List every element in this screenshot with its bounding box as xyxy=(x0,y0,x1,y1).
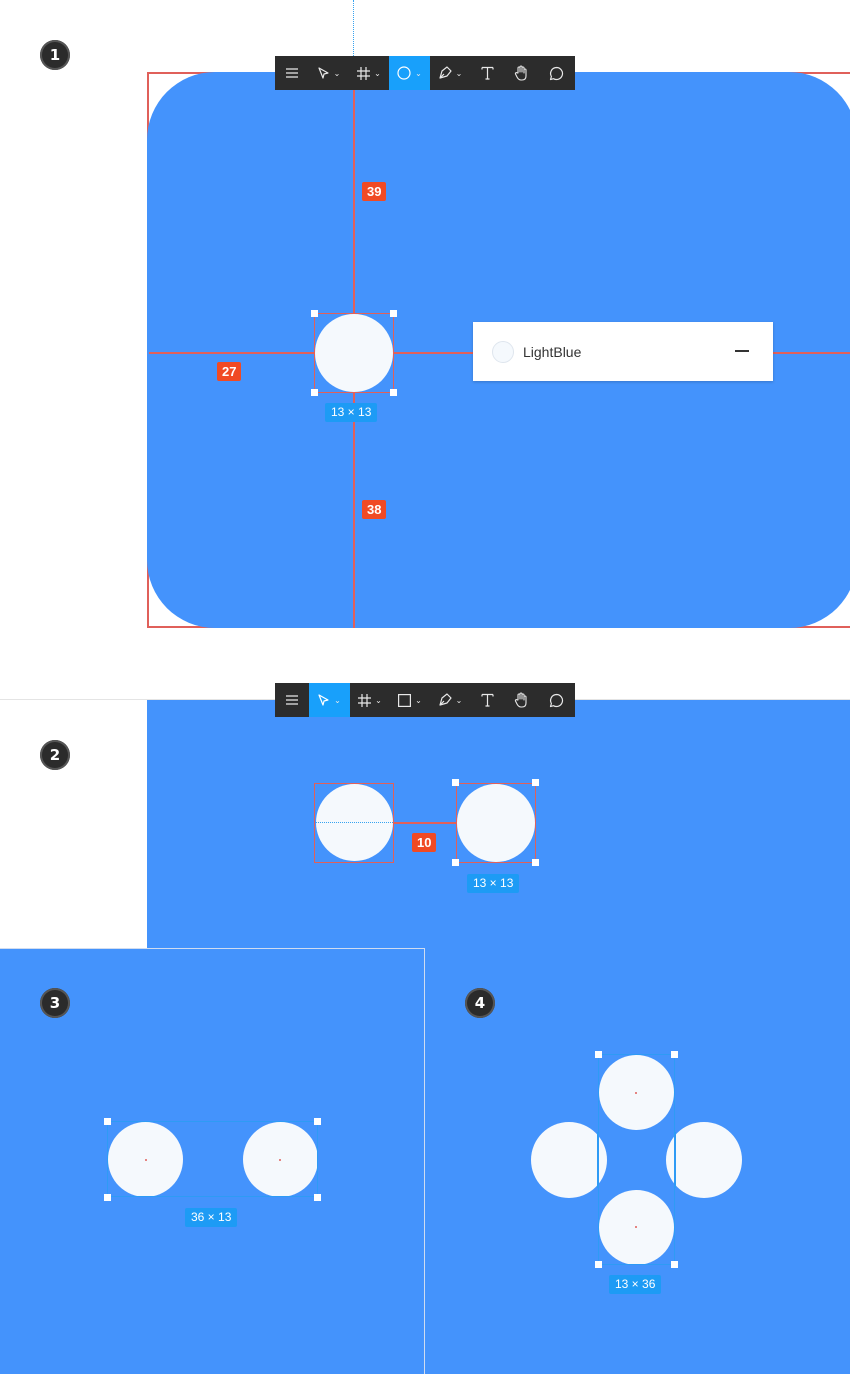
resize-handle[interactable] xyxy=(671,1051,678,1058)
frame-tool-icon xyxy=(357,66,371,80)
text-tool-icon xyxy=(480,693,494,707)
rectangle-tool-icon xyxy=(398,693,412,707)
resize-handle[interactable] xyxy=(311,389,318,396)
size-label: 13 × 13 xyxy=(467,874,520,893)
selection-box xyxy=(314,783,394,863)
resize-handle[interactable] xyxy=(452,859,459,866)
chevron-down-icon: ⌄ xyxy=(333,68,341,78)
move-tool-button[interactable]: ⌄ xyxy=(309,56,349,90)
resize-handle[interactable] xyxy=(390,389,397,396)
distance-left-tag: 27 xyxy=(217,362,242,381)
text-tool-icon xyxy=(480,66,494,80)
ellipse-left[interactable] xyxy=(531,1122,607,1198)
step-badge-2: 2 xyxy=(40,740,70,770)
menu-button[interactable] xyxy=(275,683,309,717)
step-1-panel: 1 39 27 38 13 × 13 LightBlue ⌄ ⌄ ⌄ ⌄ xyxy=(0,0,850,700)
hand-tool-button[interactable] xyxy=(504,56,538,90)
distance-between-tag: 10 xyxy=(412,833,437,852)
color-style-popup[interactable]: LightBlue xyxy=(473,322,773,381)
chevron-down-icon: ⌄ xyxy=(415,695,422,705)
frame-tool-icon xyxy=(358,693,372,707)
selection-box xyxy=(107,1121,318,1197)
toolbar: ⌄ ⌄ ⌄ ⌄ xyxy=(275,56,575,90)
resize-handle[interactable] xyxy=(595,1051,602,1058)
pen-tool-button[interactable]: ⌄ xyxy=(430,56,470,90)
resize-handle[interactable] xyxy=(671,1261,678,1268)
measure-line-horizontal xyxy=(394,822,456,824)
menu-icon xyxy=(286,68,298,78)
size-label: 36 × 13 xyxy=(185,1208,238,1227)
resize-handle[interactable] xyxy=(104,1194,111,1201)
selection-box xyxy=(456,783,536,863)
hand-tool-icon xyxy=(514,692,527,708)
distance-bottom-tag: 38 xyxy=(362,500,387,519)
move-tool-icon xyxy=(318,693,329,706)
ellipse-tool-icon xyxy=(397,66,411,80)
resize-handle[interactable] xyxy=(595,1261,602,1268)
size-label: 13 × 13 xyxy=(325,403,378,422)
hand-tool-button[interactable] xyxy=(504,683,538,717)
menu-icon xyxy=(286,695,298,705)
rectangle-tool-button[interactable]: ⌄ xyxy=(390,683,430,717)
chevron-down-icon: ⌄ xyxy=(375,695,382,705)
resize-handle[interactable] xyxy=(314,1118,321,1125)
chevron-down-icon: ⌄ xyxy=(455,695,463,705)
resize-handle[interactable] xyxy=(311,310,318,317)
remove-style-icon[interactable] xyxy=(735,350,749,352)
text-tool-button[interactable] xyxy=(470,683,504,717)
menu-button[interactable] xyxy=(275,56,309,90)
comment-tool-icon xyxy=(549,66,564,80)
resize-handle[interactable] xyxy=(532,859,539,866)
frame-tool-button[interactable]: ⌄ xyxy=(350,683,390,717)
step-badge-3: 3 xyxy=(40,988,70,1018)
step-badge-1: 1 xyxy=(40,40,70,70)
resize-handle[interactable] xyxy=(314,1194,321,1201)
chevron-down-icon: ⌄ xyxy=(374,68,381,78)
size-label: 13 × 36 xyxy=(609,1275,662,1294)
center-guide xyxy=(316,822,393,823)
toolbar: ⌄ ⌄ ⌄ ⌄ xyxy=(275,683,575,717)
move-tool-button[interactable]: ⌄ xyxy=(309,683,350,717)
step-2-panel: 2 10 13 × 13 xyxy=(0,700,850,948)
selection-box xyxy=(598,1054,675,1265)
step-3-panel: 3 36 × 13 xyxy=(0,948,425,1374)
frame-tool-button[interactable]: ⌄ xyxy=(349,56,389,90)
chevron-down-icon: ⌄ xyxy=(415,68,422,78)
comment-tool-button[interactable] xyxy=(538,683,575,717)
distance-top-tag: 39 xyxy=(362,182,387,201)
vertical-guide xyxy=(353,0,354,56)
resize-handle[interactable] xyxy=(104,1118,111,1125)
move-tool-icon xyxy=(318,66,329,79)
pen-tool-icon xyxy=(439,66,452,79)
step-badge-4: 4 xyxy=(465,988,495,1018)
comment-tool-icon xyxy=(549,693,564,707)
resize-handle[interactable] xyxy=(390,310,397,317)
chevron-down-icon: ⌄ xyxy=(334,695,341,705)
color-style-name: LightBlue xyxy=(523,343,582,360)
comment-tool-button[interactable] xyxy=(538,56,575,90)
hand-tool-icon xyxy=(514,65,527,81)
pen-tool-button[interactable]: ⌄ xyxy=(430,683,470,717)
chevron-down-icon: ⌄ xyxy=(455,68,463,78)
resize-handle[interactable] xyxy=(452,779,459,786)
color-swatch xyxy=(492,340,514,363)
ellipse-right[interactable] xyxy=(666,1122,742,1198)
text-tool-button[interactable] xyxy=(470,56,504,90)
selection-box xyxy=(314,313,394,393)
step-4-panel: 4 13 × 36 xyxy=(425,948,850,1374)
pen-tool-icon xyxy=(439,693,452,706)
ellipse-tool-button[interactable]: ⌄ xyxy=(389,56,430,90)
resize-handle[interactable] xyxy=(532,779,539,786)
